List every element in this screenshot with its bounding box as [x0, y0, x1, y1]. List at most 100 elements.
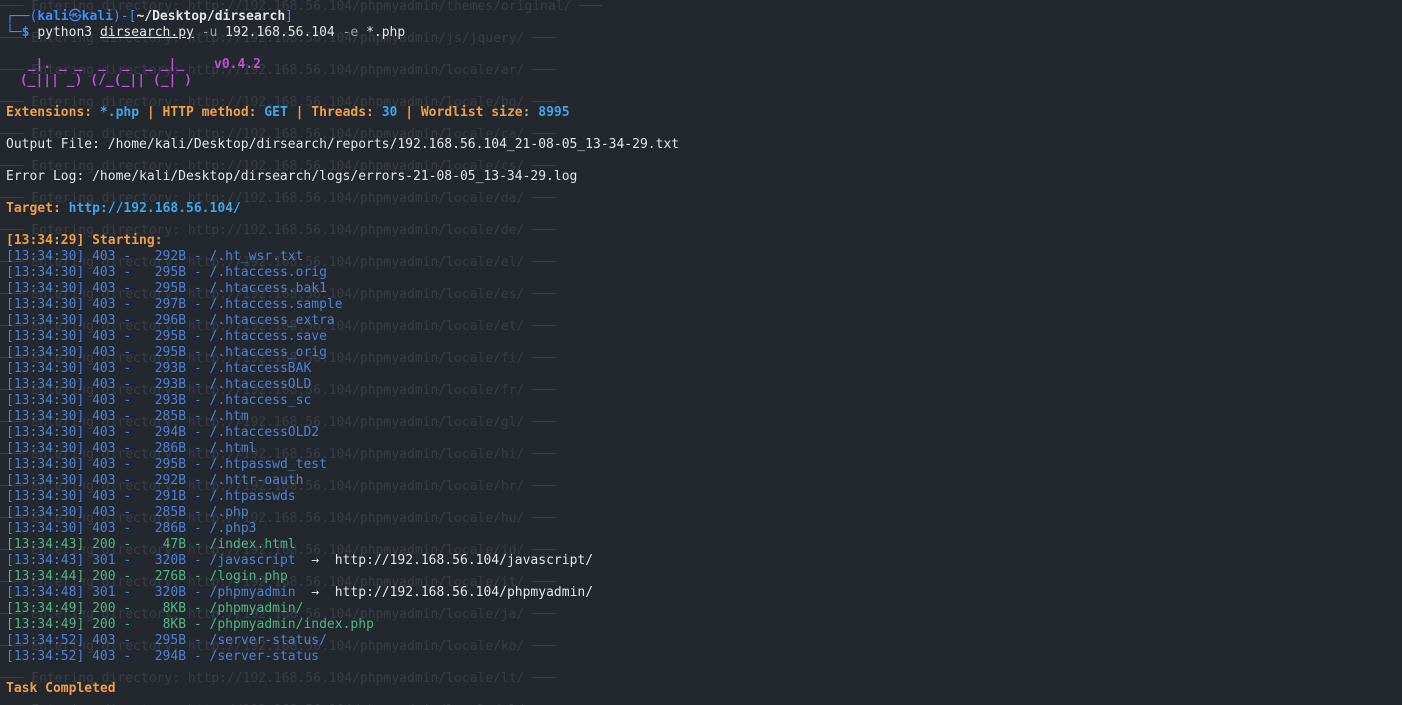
- result-path: /.htaccess.save: [209, 329, 327, 344]
- error-log-line: Error Log: /home/kali/Desktop/dirsearch/…: [6, 169, 578, 184]
- result-path: /.htaccess_extra: [209, 313, 335, 328]
- method-label: HTTP method:: [162, 105, 265, 120]
- result-path: /.htaccess_orig: [209, 345, 327, 360]
- result-status-code: 403: [92, 457, 116, 472]
- redirect-arrow-icon: →: [295, 585, 335, 600]
- command-target-arg: 192.168.56.104: [225, 25, 335, 40]
- result-size: 293B: [154, 377, 187, 392]
- prompt-bracket-close: ]: [285, 9, 293, 24]
- result-status-code: 403: [92, 265, 116, 280]
- result-size: 294B: [154, 649, 187, 664]
- command-line[interactable]: └─$ python3 dirsearch.py -u 192.168.56.1…: [6, 25, 1402, 41]
- result-size: 8KB: [162, 617, 187, 632]
- result-row: [13:34:30] 403 - 295B - /.htaccess.save: [6, 329, 327, 344]
- result-path: /.htaccessBAK: [209, 361, 312, 376]
- result-size: 8KB: [162, 601, 187, 616]
- result-path: /.htaccess.orig: [209, 265, 327, 280]
- wordlist-value: 8995: [538, 105, 570, 120]
- result-time: [13:34:43]: [6, 537, 85, 552]
- result-size: 286B: [154, 521, 187, 536]
- result-path: /phpmyadmin/index.php: [209, 617, 374, 632]
- result-size: 291B: [154, 489, 187, 504]
- result-row: [13:34:30] 403 - 293B - /.htaccessOLD: [6, 377, 312, 392]
- result-path: /server-status/: [209, 633, 327, 648]
- result-time: [13:34:52]: [6, 633, 85, 648]
- result-path: /.php3: [209, 521, 257, 536]
- result-size: 296B: [154, 313, 187, 328]
- result-status-code: 403: [92, 633, 116, 648]
- config-line: Extensions: *.php | HTTP method: GET | T…: [6, 105, 1402, 121]
- result-size: 297B: [154, 297, 187, 312]
- starting-line: [13:34:29] Starting:: [6, 233, 171, 248]
- result-size: 295B: [154, 281, 187, 296]
- result-path: /.htaccessOLD: [209, 377, 312, 392]
- terminal-window[interactable]: ─── Entering directory: http://192.168.5…: [0, 0, 1402, 705]
- result-size: 292B: [154, 473, 187, 488]
- result-row: [13:34:30] 403 - 295B - /.htaccess.bak1: [6, 281, 327, 296]
- result-time: [13:34:49]: [6, 601, 85, 616]
- prompt-bracket: )-[: [112, 9, 137, 24]
- result-time: [13:34:49]: [6, 617, 85, 632]
- result-row: [13:34:30] 403 - 295B - /.htaccess.orig: [6, 265, 327, 280]
- result-status-code: 200: [92, 617, 116, 632]
- result-size: 295B: [154, 329, 187, 344]
- result-size: 293B: [154, 361, 187, 376]
- terminal-output: ┌──(kali㉿kali)-[~/Desktop/dirsearch] └─$…: [0, 0, 1402, 697]
- result-path: /.ht_wsr.txt: [209, 249, 304, 264]
- result-path: /javascript: [209, 553, 296, 568]
- result-path: /.html: [209, 441, 257, 456]
- result-row: [13:34:30] 403 - 291B - /.htpasswds: [6, 489, 296, 504]
- result-status-code: 301: [92, 585, 116, 600]
- result-time: [13:34:30]: [6, 345, 85, 360]
- result-size: 295B: [154, 457, 187, 472]
- result-redirect-url: http://192.168.56.104/javascript/: [334, 553, 594, 568]
- prompt-host: kali: [81, 9, 113, 24]
- result-size: 285B: [154, 505, 187, 520]
- result-path: /.htm: [209, 409, 249, 424]
- result-row: [13:34:30] 403 - 292B - /.ht_wsr.txt: [6, 249, 304, 264]
- result-row: [13:34:30] 403 - 285B - /.php: [6, 505, 249, 520]
- config-separator: |: [397, 105, 421, 120]
- result-status-code: 403: [92, 409, 116, 424]
- result-size: 295B: [154, 265, 187, 280]
- result-status-code: 403: [92, 473, 116, 488]
- result-time: [13:34:43]: [6, 553, 85, 568]
- result-path: /phpmyadmin: [209, 585, 296, 600]
- result-size: 295B: [154, 345, 187, 360]
- result-size: 295B: [154, 633, 187, 648]
- result-size: 47B: [162, 537, 187, 552]
- result-size: 320B: [154, 553, 187, 568]
- prompt-user: kali: [37, 9, 69, 24]
- result-row: [13:34:52] 403 - 295B - /server-status/: [6, 633, 327, 648]
- prompt-corner-bottom: └─: [6, 25, 22, 40]
- result-path: /.htaccess.bak1: [209, 281, 327, 296]
- result-status-code: 301: [92, 553, 116, 568]
- result-size: 276B: [154, 569, 187, 584]
- result-time: [13:34:30]: [6, 441, 85, 456]
- result-row: [13:34:30] 403 - 297B - /.htaccess.sampl…: [6, 297, 343, 312]
- result-row: [13:34:30] 403 - 293B - /.htaccess_sc: [6, 393, 312, 408]
- result-size: 292B: [154, 249, 187, 264]
- result-time: [13:34:30]: [6, 457, 85, 472]
- method-value: GET: [264, 105, 288, 120]
- command-script: dirsearch.py: [99, 25, 194, 40]
- result-row: [13:34:30] 403 - 296B - /.htaccess_extra: [6, 313, 335, 328]
- result-status-code: 403: [92, 441, 116, 456]
- target-value: http://192.168.56.104/: [68, 201, 241, 216]
- result-row: [13:34:30] 403 - 293B - /.htaccessBAK: [6, 361, 312, 376]
- result-status-code: 403: [92, 505, 116, 520]
- result-status-code: 403: [92, 313, 116, 328]
- result-status-code: 403: [92, 249, 116, 264]
- result-status-code: 403: [92, 649, 116, 664]
- result-row: [13:34:48] 301 - 320B - /phpmyadmin → ht…: [6, 585, 594, 600]
- result-time: [13:34:30]: [6, 281, 85, 296]
- result-row: [13:34:49] 200 - 8KB - /phpmyadmin/index…: [6, 617, 374, 632]
- result-status-code: 403: [92, 489, 116, 504]
- target-line: Target: http://192.168.56.104/: [6, 201, 1402, 217]
- threads-value: 30: [381, 105, 398, 120]
- prompt-dollar: $: [21, 25, 30, 40]
- result-time: [13:34:48]: [6, 585, 85, 600]
- result-path: /.httr-oauth: [209, 473, 304, 488]
- result-redirect-url: http://192.168.56.104/phpmyadmin/: [334, 585, 594, 600]
- result-row: [13:34:30] 403 - 295B - /.htaccess_orig: [6, 345, 327, 360]
